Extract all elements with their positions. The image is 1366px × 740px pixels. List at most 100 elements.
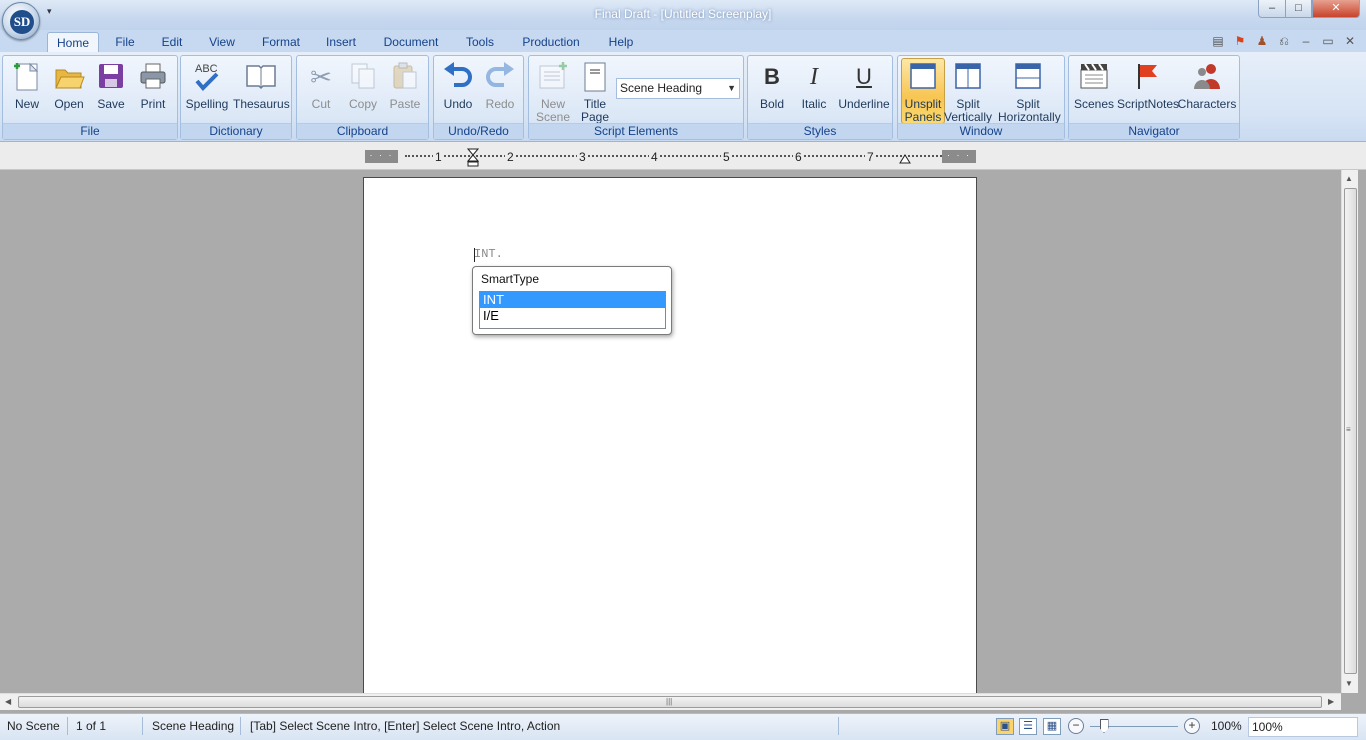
application-menu-button[interactable]: SD bbox=[2, 2, 40, 40]
ruler[interactable]: · · · 1 2 3 4 5 6 7 · · · bbox=[365, 148, 977, 167]
status-scene: No Scene bbox=[7, 719, 60, 733]
paste-label: Paste bbox=[389, 97, 421, 111]
tab-format[interactable]: Format bbox=[257, 32, 305, 52]
new-button[interactable]: New bbox=[5, 59, 49, 121]
italic-button[interactable]: I Italic bbox=[792, 59, 836, 121]
thesaurus-button[interactable]: Thesaurus bbox=[233, 59, 290, 121]
horizontal-scrollbar[interactable]: ◀ ||| ▶ bbox=[0, 693, 1341, 710]
scriptnote-flag-icon[interactable]: ⚑ bbox=[1232, 34, 1248, 48]
unsplit-label-line2: Panels bbox=[904, 110, 942, 124]
tab-document[interactable]: Document bbox=[379, 32, 443, 52]
tab-production[interactable]: Production bbox=[518, 32, 584, 52]
minimize-button[interactable]: – bbox=[1258, 0, 1286, 18]
status-page: 1 of 1 bbox=[76, 719, 107, 733]
tab-view[interactable]: View bbox=[203, 32, 241, 52]
new-scene-label-line2: Scene bbox=[535, 110, 571, 124]
characters-icon[interactable]: ♟ bbox=[1254, 34, 1270, 48]
underline-label: Underline bbox=[838, 97, 890, 111]
smarttype-item-int[interactable]: INT bbox=[480, 292, 665, 308]
scenes-label: Scenes bbox=[1073, 97, 1115, 111]
ruler-bar: · · · 1 2 3 4 5 6 7 · · · bbox=[0, 142, 1366, 170]
doc-close-icon[interactable]: ✕ bbox=[1342, 34, 1358, 48]
element-type-select[interactable]: Scene Heading ▼ bbox=[616, 78, 740, 99]
scroll-up-icon[interactable]: ▲ bbox=[1345, 174, 1353, 183]
paste-button[interactable]: Paste bbox=[383, 59, 427, 121]
split-vertically-button[interactable]: Split Vertically bbox=[944, 59, 992, 124]
undo-arrow-icon bbox=[442, 61, 474, 93]
spelling-label: Spelling bbox=[185, 97, 229, 111]
new-document-icon bbox=[11, 61, 43, 93]
scroll-right-icon[interactable]: ▶ bbox=[1328, 697, 1334, 706]
script-workspace: INT. bbox=[0, 170, 1341, 697]
status-divider bbox=[240, 717, 241, 735]
group-styles: B Bold I Italic U Underline Styles bbox=[747, 55, 893, 140]
group-label-styles: Styles bbox=[748, 123, 892, 139]
tab-tools[interactable]: Tools bbox=[459, 32, 501, 52]
copy-button[interactable]: Copy bbox=[341, 59, 385, 121]
spelling-button[interactable]: ABC Spelling bbox=[185, 59, 229, 121]
doc-minimize-icon[interactable]: – bbox=[1298, 34, 1314, 48]
text-cursor bbox=[474, 248, 480, 262]
index-card-view-icon[interactable]: ▦ bbox=[1043, 718, 1061, 735]
redo-button[interactable]: Redo bbox=[478, 59, 522, 121]
ruler-number: 5 bbox=[721, 150, 732, 164]
doc-restore-icon[interactable]: ▭ bbox=[1320, 34, 1336, 48]
maximize-button[interactable]: □ bbox=[1285, 0, 1312, 18]
title-page-button[interactable]: Title Page bbox=[573, 59, 617, 124]
group-label-undo-redo: Undo/Redo bbox=[434, 123, 523, 139]
smarttype-list[interactable]: INT I/E bbox=[479, 291, 666, 329]
zoom-out-icon[interactable]: − bbox=[1068, 718, 1084, 734]
tab-help[interactable]: Help bbox=[603, 32, 639, 52]
group-undo-redo: Undo Redo Undo/Redo bbox=[433, 55, 524, 140]
ribbon: New Open Save Print File ABC Spelling Th… bbox=[0, 52, 1366, 142]
ruler-number: 7 bbox=[865, 150, 876, 164]
scene-view-icon[interactable]: ▤ bbox=[1210, 34, 1226, 48]
unsplit-panels-button[interactable]: Unsplit Panels bbox=[901, 58, 945, 124]
element-type-value: Scene Heading bbox=[620, 81, 703, 95]
tab-file[interactable]: File bbox=[108, 32, 142, 52]
scenes-button[interactable]: Scenes bbox=[1072, 59, 1116, 121]
restore-panel-icon[interactable]: ⎌ bbox=[1276, 34, 1292, 48]
page-view-icon[interactable]: ☰ bbox=[1019, 718, 1037, 735]
indent-marker-icon[interactable] bbox=[467, 148, 479, 168]
scriptnotes-label: ScriptNotes bbox=[1117, 97, 1180, 111]
app-logo: SD bbox=[10, 10, 34, 34]
split-h-label-line1: Split bbox=[1016, 97, 1040, 111]
bold-icon: B bbox=[764, 64, 780, 89]
single-panel-icon bbox=[907, 61, 939, 93]
underline-button[interactable]: U Underline bbox=[838, 59, 889, 121]
split-horizontally-button[interactable]: Split Horizontally bbox=[998, 59, 1061, 124]
floppy-disk-icon bbox=[95, 61, 127, 93]
scriptnotes-button[interactable]: ScriptNotes bbox=[1117, 59, 1179, 121]
undo-button[interactable]: Undo bbox=[436, 59, 480, 121]
print-button[interactable]: Print bbox=[131, 59, 175, 121]
right-margin-marker-icon[interactable] bbox=[899, 154, 911, 164]
close-button[interactable]: ✕ bbox=[1312, 0, 1360, 18]
new-scene-label-line1: New bbox=[540, 97, 565, 111]
smarttype-item-ie[interactable]: I/E bbox=[480, 308, 665, 324]
open-button[interactable]: Open bbox=[47, 59, 91, 121]
scroll-down-icon[interactable]: ▼ bbox=[1345, 679, 1353, 688]
save-button[interactable]: Save bbox=[89, 59, 133, 121]
vertical-scrollbar[interactable]: ▲ ≡ ▼ bbox=[1341, 170, 1358, 693]
scissors-icon: ✂ bbox=[310, 62, 332, 92]
cut-button[interactable]: ✂ Cut bbox=[299, 59, 343, 121]
characters-button[interactable]: Characters bbox=[1178, 59, 1236, 121]
split-horizontal-icon bbox=[1012, 61, 1044, 93]
tab-home[interactable]: Home bbox=[47, 32, 99, 52]
ruler-ticks bbox=[405, 155, 965, 158]
scroll-left-icon[interactable]: ◀ bbox=[5, 697, 11, 706]
window-title: Final Draft - [Untitled Screenplay] bbox=[594, 7, 772, 21]
clipboard-icon bbox=[389, 61, 421, 93]
group-window: Unsplit Panels Split Vertically Split Horiz… bbox=[897, 55, 1065, 140]
zoom-slider-thumb[interactable] bbox=[1099, 719, 1109, 733]
tab-edit[interactable]: Edit bbox=[155, 32, 189, 52]
script-page[interactable]: INT. bbox=[363, 177, 977, 697]
zoom-combo[interactable]: 100% bbox=[1248, 717, 1358, 737]
normal-view-icon[interactable]: ▣ bbox=[996, 718, 1014, 735]
tab-insert[interactable]: Insert bbox=[319, 32, 363, 52]
print-label: Print bbox=[140, 97, 166, 111]
zoom-in-icon[interactable]: + bbox=[1184, 718, 1200, 734]
bold-button[interactable]: B Bold bbox=[750, 59, 794, 121]
group-dictionary: ABC Spelling Thesaurus Dictionary bbox=[180, 55, 292, 140]
